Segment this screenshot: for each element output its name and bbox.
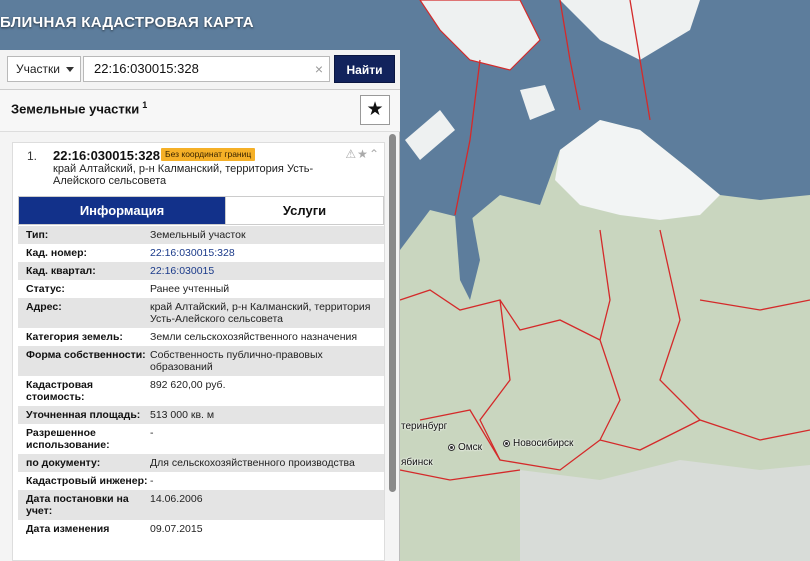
app-title: БЛИЧНАЯ КАДАСТРОВАЯ КАРТА (0, 14, 254, 31)
property-label: Кадастровый инженер: (26, 475, 148, 487)
chevron-down-icon (66, 67, 74, 72)
clear-icon[interactable]: × (315, 57, 323, 81)
result-card: 1. 22:16:030015:328 Без координат границ… (12, 142, 385, 561)
search-input[interactable]: 22:16:030015:328 × (83, 56, 330, 82)
property-row: Уточненная площадь: 513 000 кв. м (18, 406, 384, 424)
property-row: Статус: Ранее учтенный (18, 280, 384, 298)
property-value: 513 000 кв. м (150, 409, 215, 421)
property-value: край Алтайский, р-н Калманский, территор… (150, 301, 371, 325)
property-label: Дата изменения (26, 523, 110, 535)
results-panel: Земельные участки 1 ★ 1. 22:16:030015:328… (0, 90, 400, 561)
property-row: Форма собственности: Собственность публич… (18, 346, 384, 376)
tab-bar: Информация Услуги (18, 196, 384, 225)
search-button[interactable]: Найти (334, 55, 395, 83)
property-label: Кадастровая стоимость: (26, 379, 93, 403)
results-count: 1 (142, 100, 148, 110)
city-label-novosibirsk: Новосибирск (503, 438, 573, 449)
property-label: Кад. квартал: (26, 265, 96, 277)
property-value: Ранее учтенный (150, 283, 230, 295)
property-label: Статус: (26, 283, 65, 295)
property-label: по документу: (26, 457, 101, 469)
result-cad-number[interactable]: 22:16:030015:328 (53, 148, 160, 163)
property-value: Земельный участок (150, 229, 246, 241)
panel-header: Земельные участки 1 ★ (0, 90, 400, 132)
property-row: Разрешенное использование: - (18, 424, 384, 454)
property-label: Тип: (26, 229, 49, 241)
property-row: Кадастровый инженер: - (18, 472, 384, 490)
property-label: Разрешенное использование: (26, 427, 110, 451)
city-dot-icon (448, 443, 455, 451)
property-value[interactable]: 22:16:030015:328 (150, 247, 384, 259)
property-row: Дата изменения 09.07.2015 (18, 520, 384, 538)
property-value: Земли сельскохозяйственного назначения (150, 331, 358, 343)
property-value: 892 620,00 руб. (150, 379, 226, 391)
search-type-select[interactable]: Участки (7, 56, 81, 82)
property-row: Категория земель: Земли сельскохозяйствен… (18, 328, 384, 346)
property-label: Адрес: (26, 301, 62, 313)
property-value: - (150, 427, 154, 439)
status-badge: Без координат границ (161, 148, 256, 161)
property-label: Дата постановки на учет: (26, 493, 129, 517)
property-row: Кад. номер: 22:16:030015:328 (18, 244, 384, 262)
scrollbar-thumb[interactable] (389, 134, 396, 492)
property-row: Адрес: край Алтайский, р-н Калманский, те… (18, 298, 384, 328)
property-row: Дата постановки на учет: 14.06.2006 (18, 490, 384, 520)
scrollbar[interactable] (389, 134, 396, 561)
property-value: 09.07.2015 (150, 523, 203, 535)
city-label-yekaterinburg: теринбург (401, 421, 448, 432)
properties-table: Тип: Земельный участок Кад. номер: 22:16:03… (18, 226, 384, 538)
star-icon: ★ (366, 99, 384, 120)
city-label-omsk: Омск (448, 442, 482, 453)
property-label: Форма собственности: (26, 349, 146, 361)
property-row: Кадастровая стоимость: 892 620,00 руб. (18, 376, 384, 406)
panel-title-text: Земельные участки (11, 101, 140, 117)
property-label: Уточненная площадь: (26, 409, 141, 421)
property-row: Кад. квартал: 22:16:030015 (18, 262, 384, 280)
city-label-chelyabinsk: ябинск (401, 457, 433, 468)
card-actions-icons[interactable]: ⚠★⌃ (345, 147, 380, 161)
panel-title: Земельные участки 1 (11, 100, 147, 116)
property-label: Кад. номер: (26, 247, 88, 259)
property-value[interactable]: 22:16:030015 (150, 265, 384, 277)
result-address: край Алтайский, р-н Калманский, территор… (53, 163, 314, 187)
property-value: Собственность публично-правовых образова… (150, 349, 323, 373)
search-query: 22:16:030015:328 (94, 61, 199, 76)
property-row: Тип: Земельный участок (18, 226, 384, 244)
search-bar: Участки 22:16:030015:328 × Найти (0, 50, 400, 90)
property-row: по документу: Для сельскохозяйственного п… (18, 454, 384, 472)
result-index: 1. (27, 149, 38, 163)
search-type-label: Участки (16, 62, 60, 76)
city-dot-icon (503, 439, 510, 447)
tab-services[interactable]: Услуги (225, 197, 383, 224)
property-value: Для сельскохозяйственного производства (150, 457, 355, 469)
tab-information[interactable]: Информация (19, 197, 225, 224)
property-value: - (150, 475, 154, 487)
property-value: 14.06.2006 (150, 493, 203, 505)
property-label: Категория земель: (26, 331, 123, 343)
favorites-button[interactable]: ★ (360, 95, 390, 125)
